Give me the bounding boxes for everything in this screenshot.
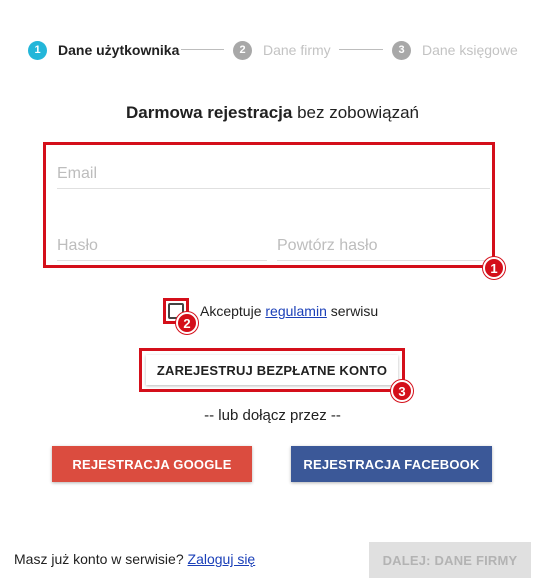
step-2: 2 Dane firmy [233,38,331,62]
login-prompt-text: Masz już konto w serwisie? [14,551,188,567]
google-register-button[interactable]: REJESTRACJA GOOGLE [52,446,252,482]
terms-text: Akceptuje regulamin serwisu [200,303,378,319]
next-step-button[interactable]: DALEJ: DANE FIRMY [369,542,531,578]
email-field[interactable] [57,159,490,189]
step-3: 3 Dane księgowe [392,38,518,62]
stepper: 1 Dane użytkownika 2 Dane firmy 3 Dane k… [28,38,528,62]
step-1-number: 1 [28,40,47,60]
facebook-register-button[interactable]: REJESTRACJA FACEBOOK [291,446,492,482]
terms-link[interactable]: regulamin [265,303,326,319]
step-3-label: Dane księgowe [422,42,518,58]
login-link[interactable]: Zaloguj się [188,551,256,567]
annotation-badge-2: 2 [176,312,198,334]
password-input[interactable] [57,231,267,260]
page-title-rest: bez zobowiązań [292,103,419,122]
or-divider-text: -- lub dołącz przez -- [204,407,341,424]
terms-suffix: serwisu [326,303,379,319]
page-title-bold: Darmowa rejestracja [126,103,293,122]
annotation-badge-3: 3 [391,380,413,402]
email-input[interactable] [57,159,490,188]
step-1: 1 Dane użytkownika [28,38,179,62]
step-2-number: 2 [233,40,252,60]
password-field[interactable] [57,231,267,261]
step-connector-1 [181,49,224,50]
terms-prefix: Akceptuje [200,303,266,319]
register-button[interactable]: ZAREJESTRUJ BEZPŁATNE KONTO [146,355,398,385]
step-3-number: 3 [392,40,411,60]
annotation-badge-1: 1 [483,257,505,279]
repeat-password-input[interactable] [277,231,490,260]
step-2-label: Dane firmy [263,42,331,58]
repeat-password-field[interactable] [277,231,490,261]
form-highlight-box [43,142,495,268]
register-highlight-box: ZAREJESTRUJ BEZPŁATNE KONTO [139,348,405,392]
login-prompt: Masz już konto w serwisie? Zaloguj się [14,551,255,567]
page-title: Darmowa rejestracja bez zobowiązań [0,103,545,123]
step-connector-2 [339,49,383,50]
step-1-label: Dane użytkownika [58,42,180,58]
